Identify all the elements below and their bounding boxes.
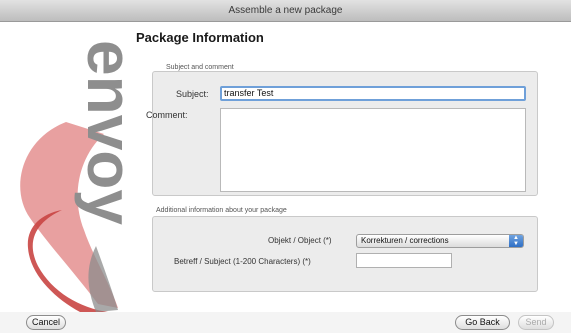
assemble-package-window: Assemble a new package envoy Package Inf… [0, 0, 571, 333]
subject-label: Subject: [176, 89, 209, 99]
envoy-logo: envoy [20, 40, 132, 312]
page-title: Package Information [136, 30, 264, 45]
objekt-label: Objekt / Object (*) [268, 236, 332, 245]
button-bar: Cancel Go Back Send [0, 312, 571, 333]
logo-wordmark: envoy [74, 40, 132, 225]
window-title: Assemble a new package [228, 5, 343, 16]
send-button[interactable]: Send [518, 315, 554, 330]
window-titlebar: Assemble a new package [0, 0, 571, 22]
main-content: Package Information Subject and comment … [132, 22, 571, 312]
subject-comment-group-label: Subject and comment [166, 64, 234, 71]
comment-textarea[interactable] [220, 108, 526, 192]
subject-input[interactable]: transfer Test [220, 86, 526, 101]
additional-info-group [152, 216, 538, 292]
sidebar-branding: envoy [0, 22, 132, 312]
objekt-select-value: Korrekturen / corrections [361, 236, 449, 245]
objekt-select[interactable]: Korrekturen / corrections ▲ ▼ [356, 234, 524, 248]
cancel-button[interactable]: Cancel [26, 315, 66, 330]
go-back-button[interactable]: Go Back [455, 315, 510, 330]
comment-label: Comment: [146, 110, 188, 120]
betreff-input[interactable] [356, 253, 452, 268]
betreff-label: Betreff / Subject (1-200 Characters) (*) [174, 257, 311, 266]
select-arrows-icon: ▲ ▼ [509, 235, 523, 247]
additional-info-group-label: Additional information about your packag… [156, 207, 287, 214]
